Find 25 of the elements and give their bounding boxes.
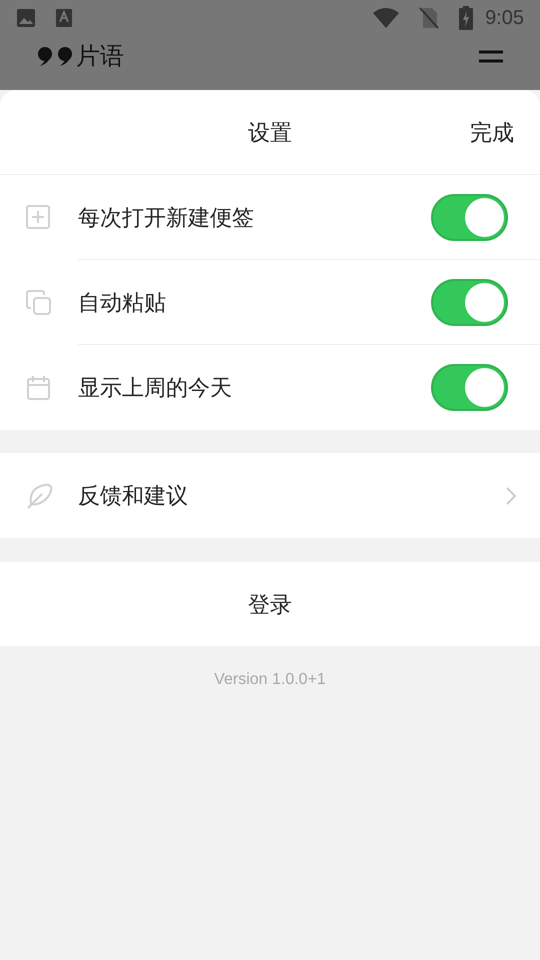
chevron-right-icon	[506, 486, 516, 504]
image-icon	[16, 8, 36, 28]
app-title: 片语	[76, 44, 124, 68]
setting-label: 自动粘贴	[78, 288, 167, 316]
copy-icon	[25, 289, 52, 316]
setting-label: 显示上周的今天	[78, 374, 233, 402]
clock-time: 9:05	[485, 6, 524, 31]
toggle-switch[interactable]	[431, 364, 508, 411]
feather-icon	[25, 482, 53, 510]
version-text: Version 1.0.0+1	[214, 670, 326, 690]
feedback-row[interactable]: 反馈和建议	[0, 453, 540, 538]
menu-icon[interactable]	[478, 49, 504, 63]
setting-label: 反馈和建议	[78, 482, 189, 510]
sheet-title: 设置	[248, 118, 292, 146]
login-button[interactable]: 登录	[0, 562, 540, 646]
toggle-switch[interactable]	[431, 194, 508, 240]
battery-icon	[459, 6, 474, 30]
setting-label: 每次打开新建便签	[78, 204, 255, 232]
plus-square-icon	[25, 204, 52, 231]
wifi-icon	[373, 8, 400, 28]
no-sim-icon	[419, 7, 440, 29]
done-button[interactable]: 完成	[470, 116, 514, 148]
toggle-switch[interactable]	[431, 278, 508, 326]
font-icon	[56, 8, 72, 28]
calendar-icon	[25, 374, 52, 401]
